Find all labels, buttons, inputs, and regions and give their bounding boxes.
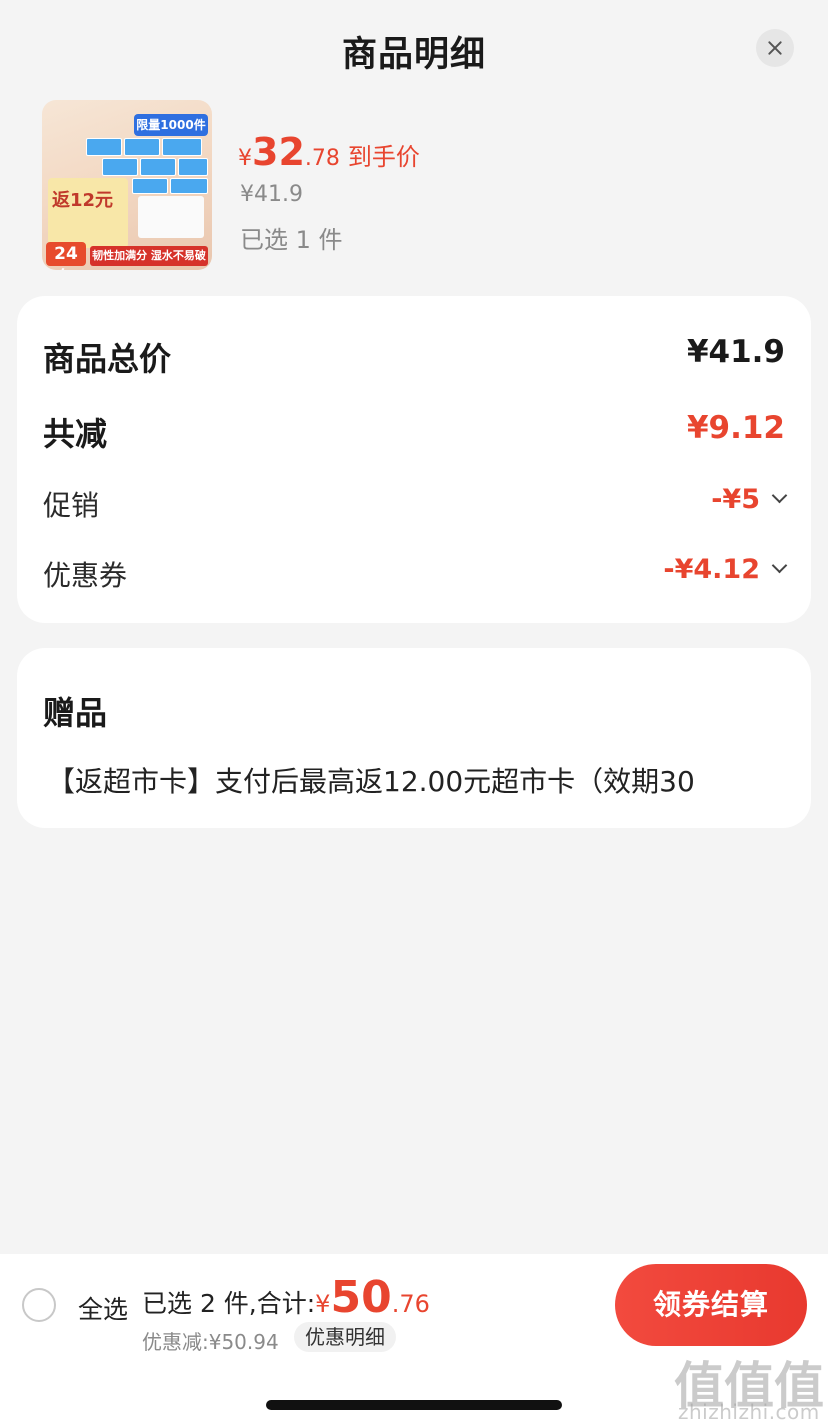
discount-amount: 优惠减:¥50.94 bbox=[142, 1330, 279, 1354]
checkout-bar: 全选 已选 2 件,合计:¥50.76 优惠减:¥50.94 优惠明细 领券结算 bbox=[0, 1254, 828, 1358]
chevron-down-icon bbox=[771, 487, 788, 504]
watermark-text: zhizhizhi.com bbox=[678, 1400, 820, 1424]
total-price-value: ¥41.9 bbox=[686, 334, 785, 370]
select-all-label[interactable]: 全选 bbox=[78, 1290, 128, 1326]
price-decimal: .78 bbox=[304, 146, 340, 171]
thumb-badge: 限量1000件 bbox=[134, 114, 208, 136]
total-currency: ¥ bbox=[315, 1290, 331, 1318]
total-summary: 已选 2 件,合计:¥50.76 bbox=[142, 1272, 430, 1323]
tissue-pack-icon bbox=[140, 158, 176, 176]
promotion-label: 促销 bbox=[43, 489, 100, 522]
tissue-pack-icon bbox=[170, 178, 208, 194]
selected-count: 已选 1 件 bbox=[240, 226, 343, 254]
tissue-pack-icon bbox=[124, 138, 160, 156]
home-indicator[interactable] bbox=[266, 1400, 562, 1410]
thumb-count: 24包 bbox=[46, 242, 86, 270]
watermark-logo: 值值值 zhizhizhi.com bbox=[674, 1346, 824, 1426]
select-all-checkbox[interactable] bbox=[22, 1288, 56, 1322]
price-tag: 到手价 bbox=[347, 143, 420, 171]
tissue-pack-icon bbox=[162, 138, 202, 156]
checkout-button[interactable]: 领券结算 bbox=[615, 1264, 807, 1346]
coupon-row-toggle[interactable]: -¥4.12 bbox=[663, 554, 788, 585]
thumb-strip: 韧性加满分 湿水不易破 bbox=[90, 246, 208, 266]
total-discount-value: ¥9.12 bbox=[686, 410, 785, 446]
tissue-pack-icon bbox=[132, 178, 168, 194]
coupon-label: 优惠券 bbox=[43, 559, 128, 592]
price-currency: ¥ bbox=[238, 146, 252, 171]
gift-card: 赠品 【返超市卡】支付后最高返12.00元超市卡（效期30 bbox=[17, 648, 811, 828]
original-price: ¥41.9 bbox=[240, 182, 303, 207]
promotion-value: -¥5 bbox=[711, 484, 760, 515]
chevron-down-icon bbox=[771, 557, 788, 574]
price-summary-card: 商品总价 ¥41.9 共减 ¥9.12 促销 -¥5 优惠券 -¥4.12 bbox=[17, 296, 811, 623]
promotion-row-toggle[interactable]: -¥5 bbox=[711, 484, 788, 515]
total-decimal: .76 bbox=[391, 1290, 430, 1318]
total-price-label: 商品总价 bbox=[43, 340, 172, 378]
thumb-card-text: 返12元 bbox=[52, 190, 114, 211]
coupon-value: -¥4.12 bbox=[663, 554, 760, 585]
gift-title: 赠品 bbox=[43, 694, 108, 732]
tissue-pack-icon bbox=[178, 158, 208, 176]
total-integer: 50 bbox=[330, 1272, 392, 1323]
discount-detail-button[interactable]: 优惠明细 bbox=[294, 1322, 396, 1352]
price-integer: 32 bbox=[252, 130, 305, 174]
total-discount-label: 共减 bbox=[43, 415, 108, 453]
final-price: ¥32.78 到手价 bbox=[238, 130, 420, 174]
total-prefix: 已选 2 件,合计: bbox=[142, 1289, 316, 1318]
tissue-box-icon bbox=[138, 196, 204, 238]
gift-description: 【返超市卡】支付后最高返12.00元超市卡（效期30 bbox=[47, 765, 695, 798]
tissue-pack-icon bbox=[86, 138, 122, 156]
product-image: 限量1000件 返12元 24包 韧性加满分 湿水不易破 bbox=[42, 100, 212, 270]
tissue-pack-icon bbox=[102, 158, 138, 176]
close-icon[interactable] bbox=[756, 29, 794, 67]
page-title: 商品明细 bbox=[341, 35, 486, 75]
